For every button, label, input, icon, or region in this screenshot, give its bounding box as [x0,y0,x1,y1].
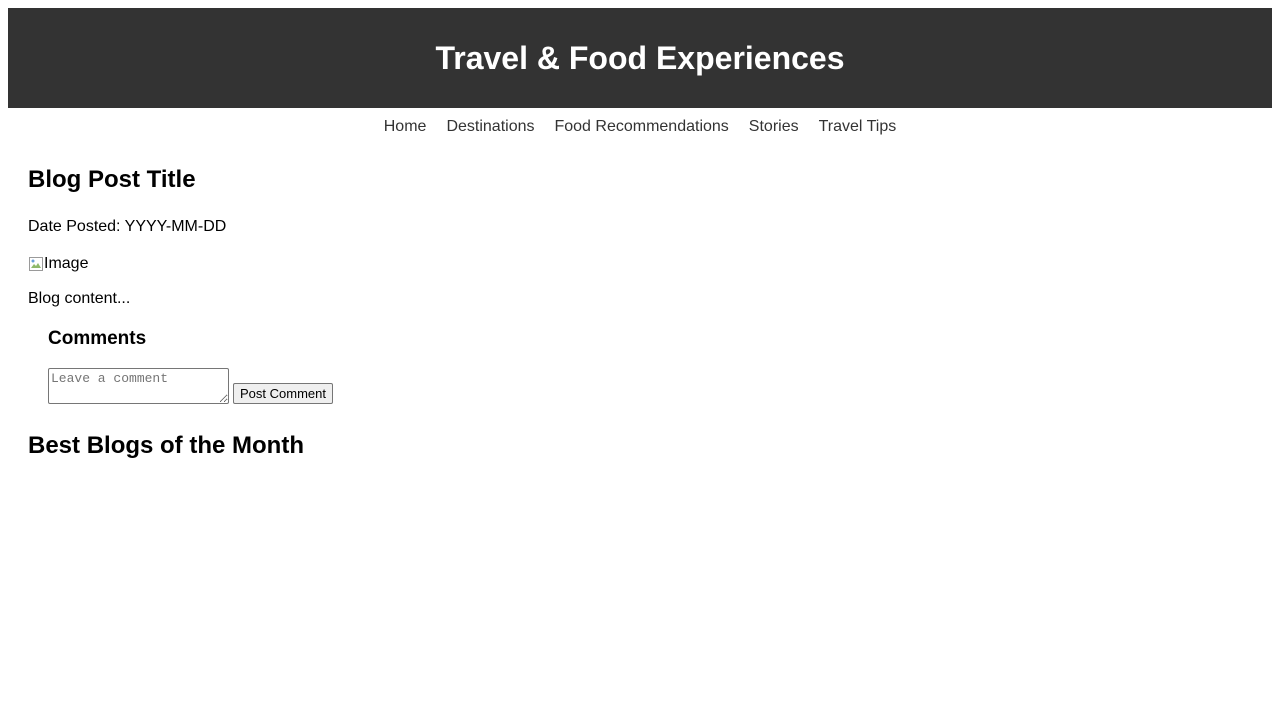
nav-link-stories[interactable]: Stories [749,119,799,135]
post-title: Blog Post Title [28,166,196,193]
comment-form: Post Comment [48,368,1252,404]
post-image-alt: Image [44,255,89,272]
best-blogs-heading: Best Blogs of the Month [28,432,304,459]
nav-link-food-recommendations[interactable]: Food Recommendations [554,119,728,135]
best-blogs-section: Best Blogs of the Month [28,434,1252,458]
blog-post: Blog Post Title Date Posted: YYYY-MM-DD … [28,168,1252,404]
post-comment-button[interactable]: Post Comment [233,383,333,404]
post-image: Image [28,255,1252,273]
nav-link-destinations[interactable]: Destinations [446,119,534,135]
main-content: Blog Post Title Date Posted: YYYY-MM-DD … [8,168,1272,458]
comments-heading: Comments [48,328,147,349]
comment-textarea[interactable] [48,368,229,404]
post-date: Date Posted: YYYY-MM-DD [28,218,227,235]
broken-image-icon [29,257,43,271]
post-content: Blog content... [28,290,131,307]
main-nav: Home Destinations Food Recommendations S… [8,108,1272,146]
nav-link-home[interactable]: Home [384,119,427,135]
site-title: Travel & Food Experiences [435,40,845,76]
comments-section: Comments Post Comment [48,329,1252,404]
nav-link-travel-tips[interactable]: Travel Tips [819,119,897,135]
site-header: Travel & Food Experiences [8,8,1272,108]
page: Travel & Food Experiences Home Destinati… [0,0,1280,720]
